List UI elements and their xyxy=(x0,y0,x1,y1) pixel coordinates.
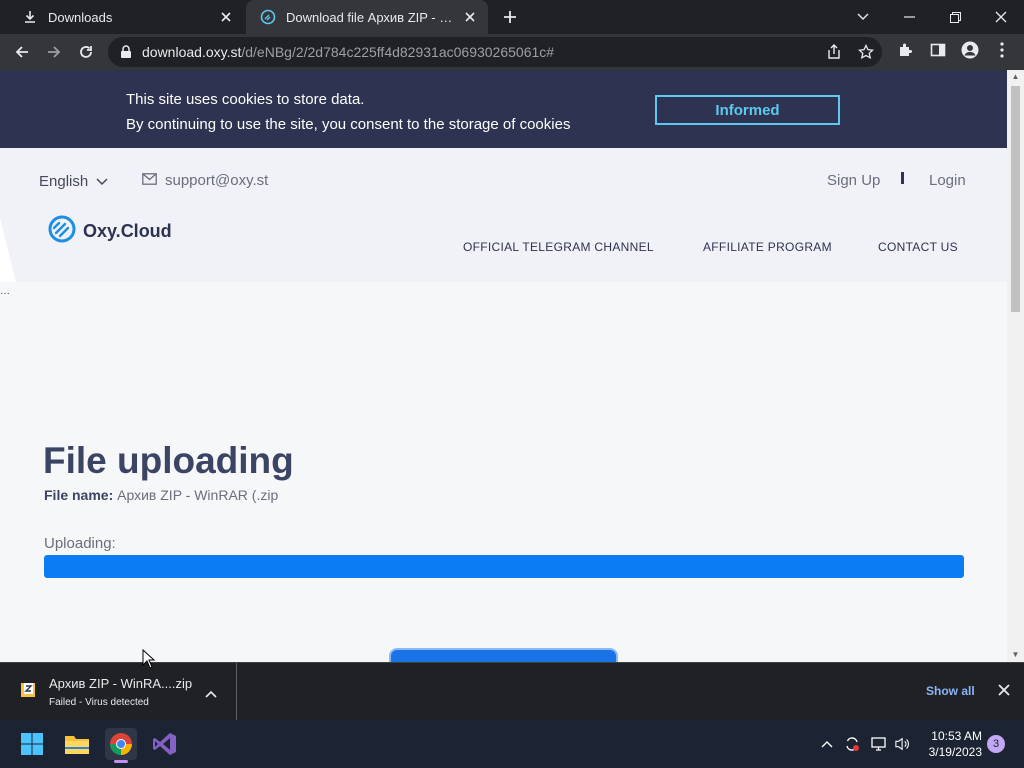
reload-button[interactable] xyxy=(72,38,100,66)
clock-time: 10:53 AM xyxy=(931,729,982,743)
visual-studio-icon xyxy=(153,733,176,755)
menu-kebab-icon[interactable] xyxy=(992,40,1012,60)
tab-title: Downloads xyxy=(48,9,113,25)
forward-button[interactable] xyxy=(40,38,68,66)
download-file-name: Архив ZIP - WinRA....zip xyxy=(49,676,193,691)
login-link[interactable]: Login xyxy=(929,172,966,189)
close-icon[interactable] xyxy=(218,9,234,25)
tab-download-file[interactable]: Download file Архив ZIP - WinRAR (.zip) xyxy=(246,0,488,34)
profile-avatar-icon[interactable] xyxy=(960,40,980,60)
chevron-up-icon[interactable] xyxy=(205,685,219,699)
chevron-down-icon xyxy=(96,173,108,190)
clock-date: 3/19/2023 xyxy=(928,745,982,759)
decorative-shape xyxy=(0,218,16,282)
oxy-cloud-logo-icon xyxy=(48,215,76,248)
side-panel-icon[interactable] xyxy=(928,40,948,60)
page-scrollbar[interactable]: ▲ ▼ xyxy=(1007,70,1024,662)
download-item[interactable]: Архив ZIP - WinRA....zip Failed - Virus … xyxy=(0,663,237,721)
cookie-message: This site uses cookies to store data. By… xyxy=(126,87,570,137)
zip-archive-icon xyxy=(20,682,36,698)
bookmark-star-icon[interactable] xyxy=(857,43,875,60)
ellipsis-icon: ··· xyxy=(0,288,10,299)
cookie-line-2: By continuing to use the site, you conse… xyxy=(126,116,571,133)
back-button[interactable] xyxy=(8,38,36,66)
start-button[interactable] xyxy=(16,728,48,760)
window-close-button[interactable] xyxy=(978,0,1024,34)
url-path: /d/eNBg/2/2d784c225ff4d82931ac0693026506… xyxy=(241,44,555,60)
restore-button[interactable] xyxy=(932,0,978,34)
notification-badge[interactable]: 3 xyxy=(987,735,1005,753)
network-icon[interactable] xyxy=(871,736,887,752)
nav-affiliate-program[interactable]: AFFILIATE PROGRAM xyxy=(703,240,832,254)
envelope-icon xyxy=(142,172,157,189)
browser-tab-strip: Downloads Download file Архив ZIP - WinR… xyxy=(0,0,1024,34)
active-app-indicator xyxy=(114,760,128,763)
uploading-label: Uploading: xyxy=(44,535,116,552)
support-email: support@oxy.st xyxy=(165,172,269,189)
download-shelf: Архив ZIP - WinRA....zip Failed - Virus … xyxy=(0,662,1024,721)
tray-chevron-up-icon[interactable] xyxy=(819,736,835,752)
cookie-line-1: This site uses cookies to store data. xyxy=(126,91,365,108)
extensions-puzzle-icon[interactable] xyxy=(896,40,916,60)
tab-search-chevron-icon[interactable] xyxy=(840,0,886,34)
volume-icon[interactable] xyxy=(895,736,911,752)
chrome-icon xyxy=(110,733,132,755)
folder-icon xyxy=(65,736,89,754)
language-label: English xyxy=(39,173,89,190)
file-name-label: File name: xyxy=(44,487,114,503)
scroll-up-arrow-icon[interactable]: ▲ xyxy=(1011,72,1020,82)
auth-divider xyxy=(901,172,904,184)
windows-taskbar: 10:53 AM 3/19/2023 3 xyxy=(0,720,1024,768)
sign-up-link[interactable]: Sign Up xyxy=(827,172,880,189)
tab-title: Download file Архив ZIP - WinRAR (.zip) xyxy=(286,9,462,25)
logo-text: Oxy.Cloud xyxy=(83,221,172,241)
nav-telegram-channel[interactable]: OFFICIAL TELEGRAM CHANNEL xyxy=(463,240,654,254)
site-header: English support@oxy.st Sign Up Login Oxy… xyxy=(0,148,1007,282)
download-icon xyxy=(22,9,38,25)
oxy-cloud-favicon-icon xyxy=(260,9,276,25)
system-clock[interactable]: 10:53 AM 3/19/2023 xyxy=(922,728,982,760)
url-text: download.oxy.st/d/eNBg/2/2d784c225ff4d82… xyxy=(142,44,554,60)
address-bar[interactable]: download.oxy.st/d/eNBg/2/2d784c225ff4d82… xyxy=(108,37,882,67)
support-email-link[interactable]: support@oxy.st xyxy=(142,172,268,189)
sync-icon[interactable] xyxy=(844,736,860,752)
share-icon[interactable] xyxy=(826,44,842,60)
language-selector[interactable]: English xyxy=(39,173,108,190)
page-title: File uploading xyxy=(43,440,294,481)
scrollbar-thumb[interactable] xyxy=(1011,86,1020,312)
tab-downloads[interactable]: Downloads xyxy=(8,0,244,34)
file-explorer-button[interactable] xyxy=(61,728,93,760)
download-status: Failed - Virus detected xyxy=(49,697,149,708)
nav-contact-us[interactable]: CONTACT US xyxy=(878,240,958,254)
page-viewport: This site uses cookies to store data. By… xyxy=(0,70,1024,662)
cookie-accept-button[interactable]: Informed xyxy=(655,95,840,125)
file-name-value: Архив ZIP - WinRAR (.zip xyxy=(117,487,279,503)
browser-toolbar: download.oxy.st/d/eNBg/2/2d784c225ff4d82… xyxy=(0,34,1024,70)
visual-studio-button[interactable] xyxy=(149,728,181,760)
file-name-line: File name: Архив ZIP - WinRAR (.zip xyxy=(44,487,278,503)
show-all-button[interactable]: Show all xyxy=(926,684,975,698)
url-host: download.oxy.st xyxy=(142,44,242,60)
close-icon[interactable] xyxy=(998,683,1014,699)
new-tab-button[interactable] xyxy=(498,5,522,29)
chrome-taskbar-button[interactable] xyxy=(105,728,137,763)
mouse-cursor-icon xyxy=(142,649,156,669)
site-logo[interactable]: Oxy.Cloud xyxy=(48,215,172,248)
upload-progress-bar xyxy=(44,555,964,578)
lock-icon[interactable] xyxy=(120,45,134,59)
scroll-down-arrow-icon[interactable]: ▼ xyxy=(1011,650,1020,660)
minimize-button[interactable] xyxy=(886,0,932,34)
cookie-banner: This site uses cookies to store data. By… xyxy=(0,70,1007,148)
close-icon[interactable] xyxy=(462,9,478,25)
upload-progress-fill xyxy=(44,555,964,578)
download-button[interactable] xyxy=(389,648,618,662)
windows-logo-icon xyxy=(21,733,43,755)
